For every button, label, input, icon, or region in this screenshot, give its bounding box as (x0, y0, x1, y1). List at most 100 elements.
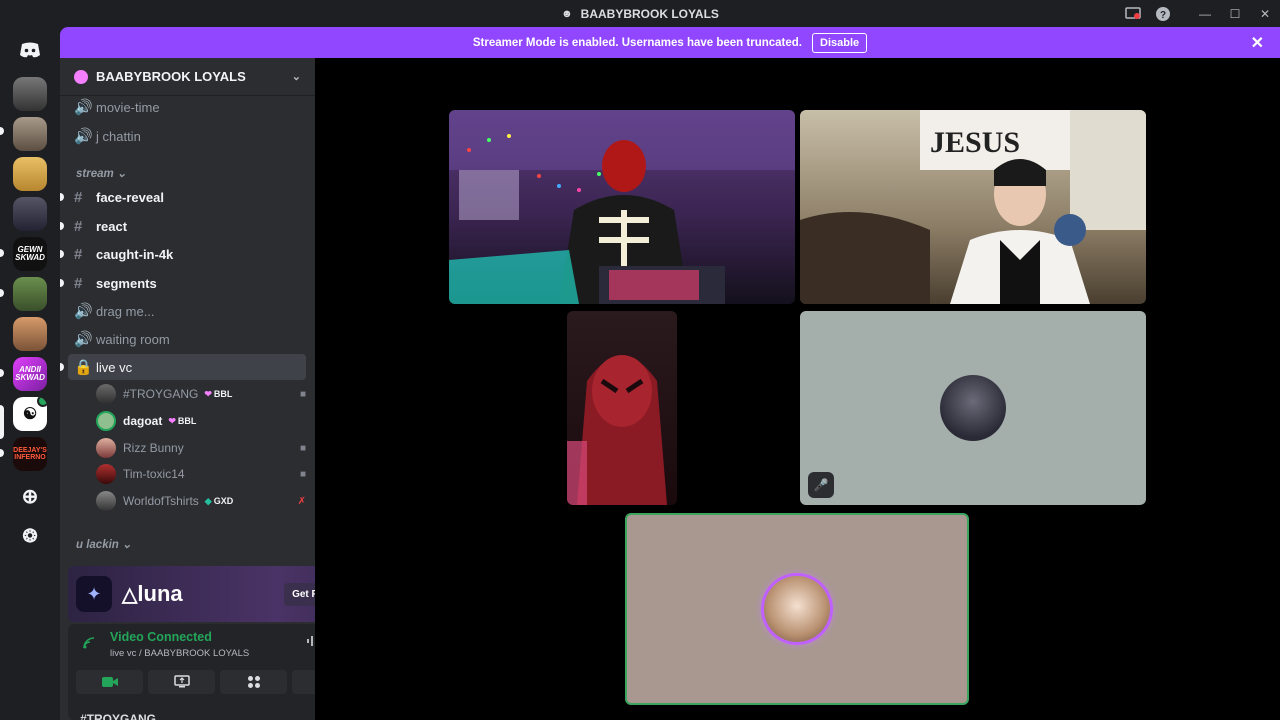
help-icon[interactable]: ? (1148, 0, 1178, 27)
svg-text:?: ? (1160, 10, 1166, 21)
guild-icon-crowd[interactable] (13, 197, 47, 231)
unread-pip (0, 289, 4, 297)
disable-button[interactable]: Disable (812, 32, 868, 53)
window-title-text: BAABYBROOK LOYALS (580, 6, 719, 21)
voice-user-name: #TROYGANG (123, 387, 199, 401)
unread-pip (60, 363, 64, 371)
unread-pip (60, 222, 64, 230)
deafened-icon: ✗ (297, 495, 306, 507)
category-u-lackin[interactable]: u lackin ⌄ (76, 537, 132, 551)
streamer-mode-banner: Streamer Mode is enabled. Usernames have… (60, 27, 1280, 58)
video-tile-3[interactable] (567, 311, 677, 505)
discord-home-icon[interactable] (13, 33, 47, 67)
maximize-icon[interactable]: ☐ (1220, 0, 1250, 27)
channel-label: segments (96, 275, 157, 291)
avatar (96, 411, 116, 431)
video-camera-icon (101, 677, 118, 687)
role-tag: ❤ BBL (204, 388, 233, 400)
voice-channel-waiting-room[interactable]: 🔊 waiting room (68, 326, 306, 352)
guild-icon-gewn-skwad[interactable]: GEWN SKWAD (13, 237, 47, 271)
minimize-icon[interactable]: — (1190, 0, 1220, 27)
luna-promo[interactable]: ✦ △luna Get Reward! (68, 566, 315, 622)
text-channel-segments[interactable]: # segments (68, 270, 306, 296)
channel-label: movie-time (96, 99, 160, 115)
speaker-icon: 🔊 (74, 303, 93, 320)
camera-icon: ■ (299, 442, 306, 454)
banner-text: Streamer Mode is enabled. Usernames have… (472, 36, 802, 49)
video-tile-4[interactable]: 🎤 (800, 311, 1146, 505)
camera-icon: ■ (299, 468, 306, 480)
voice-channel-movie-time[interactable]: 🔊 movie-time (68, 94, 306, 120)
voice-user-rizz-bunny[interactable]: Rizz Bunny ■ (96, 436, 306, 460)
speaking-avatar (764, 576, 830, 642)
channel-label: j chattin (96, 128, 141, 144)
video-feed: JESUS (800, 110, 1146, 304)
heart-icon: ❤ (168, 415, 176, 426)
server-name: BAABYBROOK LOYALS (96, 69, 246, 84)
heart-icon: ❤ (204, 388, 212, 399)
text-channel-react[interactable]: # react (68, 213, 306, 239)
luna-logo-icon: ✦ (76, 576, 112, 612)
connection-location[interactable]: live vc / BAABYBROOK LOYALS (110, 648, 249, 659)
guild-icon-person[interactable] (13, 117, 47, 151)
share-screen-button[interactable] (148, 670, 215, 694)
category-stream[interactable]: stream ⌄ (76, 166, 127, 180)
video-tile-5[interactable] (625, 513, 969, 705)
voice-user-tim-toxic14[interactable]: Tim-toxic14 ■ (96, 462, 306, 486)
unread-pip (60, 250, 64, 258)
noise-suppression-icon[interactable] (306, 634, 315, 651)
video-feed (567, 355, 667, 505)
guild-icon-deejays-inferno[interactable]: DEEJAY'S INFERNO (13, 437, 47, 471)
channel-label: waiting room (96, 331, 170, 347)
video-tile-2[interactable]: JESUS (800, 110, 1146, 304)
server-header[interactable]: BAABYBROOK LOYALS ⌄ (60, 58, 315, 96)
voice-channel-drag-me[interactable]: 🔊 drag me... (68, 298, 306, 324)
participant-avatar (940, 375, 1006, 441)
voice-user-troygang[interactable]: #TROYGANG ❤ BBL ■ (96, 382, 306, 406)
hashtag-icon: # (74, 217, 83, 235)
voice-user-worldoftshirts[interactable]: WorldofTshirts ◆ GXD ✗ (96, 489, 306, 513)
text-channel-face-reveal[interactable]: # face-reveal (68, 184, 306, 210)
video-feed (449, 110, 795, 304)
voice-channel-live-vc[interactable]: 🔒 live vc (68, 354, 306, 380)
guild-rail: GEWN SKWAD ANDII SKWAD ☯ DEEJAY'S INFERN… (0, 27, 60, 720)
get-reward-button[interactable]: Get Reward! (284, 582, 315, 606)
explore-icon[interactable]: ❂ (13, 519, 47, 553)
video-stage: JESUS 🎤 (315, 58, 1280, 720)
title-controls: ? — ☐ ✕ (1118, 0, 1280, 27)
window-title: ☻ BAABYBROOK LOYALS (561, 7, 719, 21)
close-icon[interactable]: ✕ (1251, 33, 1264, 53)
avatar (96, 384, 116, 404)
guild-icon-cat[interactable] (13, 317, 47, 351)
guild-icon-andii-skwad[interactable]: ANDII SKWAD (13, 357, 47, 391)
hashtag-icon: # (74, 274, 83, 292)
guild-icon-baabybrook[interactable]: ☯ (13, 397, 47, 431)
avatar (96, 438, 116, 458)
role-tag: ◆ GXD (204, 495, 234, 507)
channel-label: caught-in-4k (96, 246, 174, 262)
channel-label: react (96, 218, 128, 234)
close-window-icon[interactable]: ✕ (1250, 0, 1280, 27)
text-channel-caught-in-4k[interactable]: # caught-in-4k (68, 241, 306, 267)
activities-button[interactable] (220, 670, 287, 694)
video-button[interactable] (76, 670, 143, 694)
connection-status[interactable]: Video Connected (110, 630, 212, 644)
chevron-down-icon: ⌄ (291, 71, 301, 83)
discord-small-icon: ☻ (561, 7, 573, 20)
video-tile-1[interactable] (449, 110, 795, 304)
guild-icon-cars[interactable] (13, 77, 47, 111)
luna-brand: △luna (122, 581, 183, 606)
muted-mic-icon: 🎤 (808, 472, 834, 498)
unread-pip (0, 127, 4, 135)
screen-share-icon[interactable] (1118, 0, 1148, 27)
voice-user-name: WorldofTshirts (123, 494, 199, 508)
soundboard-button[interactable] (292, 670, 315, 694)
guild-icon-yellow[interactable] (13, 157, 47, 191)
add-server-icon[interactable]: ⊕ (13, 479, 47, 513)
channel-sidebar: BAABYBROOK LOYALS ⌄ 🔊 movie-time 🔊 j cha… (60, 58, 315, 720)
speaker-icon: 🔊 (74, 99, 93, 116)
voice-user-dagoat[interactable]: dagoat ❤ BBL (96, 409, 306, 433)
guild-icon-art[interactable] (13, 277, 47, 311)
voice-channel-j-chattin[interactable]: 🔊 j chattin (68, 123, 306, 149)
activities-icon (247, 676, 260, 688)
